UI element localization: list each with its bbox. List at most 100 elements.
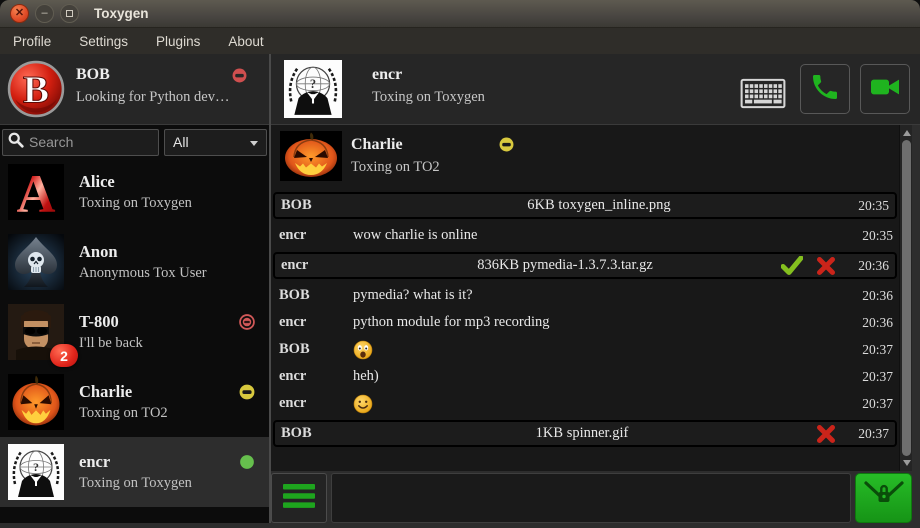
close-window-button[interactable]: ✕ (10, 4, 29, 23)
message-text (353, 340, 847, 360)
svg-text:?: ? (33, 460, 39, 474)
file-transfer-label: 6KB toxygen_inline.png (355, 197, 843, 214)
header: B BOB Looking for Python dev… ? encr Tox… (0, 54, 920, 125)
message-text (353, 394, 847, 414)
message-text: pymedia? what is it? (353, 287, 847, 304)
scrollbar-thumb[interactable] (902, 140, 911, 456)
message-text: python module for mp3 recording (353, 314, 847, 331)
panel-divider (269, 54, 271, 523)
contact-name: Charlie (79, 382, 168, 402)
menu-item-about[interactable]: About (228, 34, 263, 49)
contact-list: A Alice Toxing on Toxygen Anon Anonymous Tox… (0, 157, 269, 507)
contact-row-charlie[interactable]: Charlie Toxing on TO2 (0, 367, 269, 437)
self-status-message: Looking for Python dev… (76, 89, 229, 106)
contact-row-alice[interactable]: A Alice Toxing on Toxygen (0, 157, 269, 227)
cancel-transfer-button[interactable] (809, 256, 843, 276)
message-sender: BOB (281, 197, 355, 214)
menu-item-profile[interactable]: Profile (13, 34, 51, 49)
message-row: BOB 20:37 (271, 336, 899, 363)
message-sender: encr (279, 314, 353, 331)
message-sender: BOB (279, 341, 353, 358)
contact-row-encr[interactable]: ? encrToxing on Toxygen (0, 437, 269, 507)
audio-call-button[interactable] (800, 64, 850, 114)
message-timestamp: 20:36 (847, 288, 893, 304)
self-avatar[interactable]: B (7, 60, 65, 118)
message-timestamp: 20:37 (847, 342, 893, 358)
away-status-icon (499, 137, 514, 152)
active-chat-name: encr (372, 66, 402, 84)
message-row: encrwow charlie is online20:35 (271, 222, 899, 249)
message-sender: encr (281, 257, 355, 274)
contact-row-t-800[interactable]: T-800I'll be back2 (0, 297, 269, 367)
contact-row-anon[interactable]: Anon Anonymous Tox User (0, 227, 269, 297)
video-call-button[interactable] (860, 64, 910, 114)
self-name: BOB (76, 66, 110, 84)
message-timestamp: 20:35 (843, 198, 889, 214)
window-title: Toxygen (94, 6, 149, 21)
chat-scrollbar[interactable] (899, 125, 912, 471)
contact-filter-dropdown[interactable]: All (164, 129, 267, 156)
contact-status-message: Toxing on TO2 (79, 405, 168, 422)
message-sender: BOB (279, 287, 353, 304)
svg-text:B: B (23, 67, 49, 111)
encrypted-send-icon (862, 479, 906, 518)
maximize-window-button[interactable] (60, 4, 79, 23)
svg-text:A: A (17, 164, 56, 220)
message-text: wow charlie is online (353, 227, 847, 244)
message-sender: BOB (281, 425, 355, 442)
keyboard-icon[interactable] (740, 78, 786, 109)
scroll-up-arrow-icon[interactable] (900, 126, 912, 140)
banner-status-message: Toxing on TO2 (351, 159, 440, 176)
menu-item-settings[interactable]: Settings (79, 34, 128, 49)
message-row: encrpython module for mp3 recording20:36 (271, 309, 899, 336)
search-row: All (0, 125, 269, 157)
file-transfer-row: encr836KB pymedia-1.3.7.3.tar.gz20:36 (273, 252, 897, 279)
anonymous-logo-avatar: ? (8, 444, 64, 500)
contacts-panel: All A Alice Toxing on Toxygen Anon Anonymous… (0, 125, 269, 523)
online-status-icon (239, 454, 255, 470)
active-chat-avatar: ? (284, 60, 342, 118)
message-timestamp: 20:35 (847, 228, 893, 244)
message-text: heh) (353, 368, 847, 385)
message-list: BOB6KB toxygen_inline.png20:35encrwow ch… (271, 192, 899, 447)
contact-status-message: Toxing on Toxygen (79, 195, 192, 212)
contact-name: Anon (79, 242, 207, 262)
shocked-emoji-icon (353, 340, 373, 360)
contact-status-message: Anonymous Tox User (79, 265, 207, 282)
message-row: encr20:37 (271, 390, 899, 417)
message-timestamp: 20:36 (843, 258, 889, 274)
cancel-transfer-button[interactable] (809, 424, 843, 444)
contact-info: Charlie Toxing on TO2 (79, 382, 168, 422)
contact-info: encrToxing on Toxygen (79, 452, 192, 492)
chat-panel: Charlie Toxing on TO2 BOB6KB toxygen_inl… (271, 125, 912, 471)
accept-transfer-button[interactable] (775, 256, 809, 276)
contact-info: Alice Toxing on Toxygen (79, 172, 192, 212)
jack-o-lantern-avatar (280, 131, 342, 181)
search-input[interactable] (27, 133, 158, 151)
menu-item-plugins[interactable]: Plugins (156, 34, 200, 49)
contact-name: Alice (79, 172, 192, 192)
search-box (2, 129, 159, 156)
hamburger-menu-icon (281, 481, 317, 516)
message-input[interactable] (331, 473, 851, 523)
filter-value: All (173, 134, 189, 150)
contact-status-message: I'll be back (79, 335, 143, 352)
chat-menu-button[interactable] (271, 473, 327, 523)
jack-o-lantern-avatar (8, 374, 64, 430)
scroll-down-arrow-icon[interactable] (900, 456, 912, 470)
message-timestamp: 20:37 (843, 426, 889, 442)
video-camera-icon (869, 71, 901, 108)
busy-status-icon (232, 68, 247, 83)
contact-status-message: Toxing on Toxygen (79, 475, 192, 492)
file-transfer-label: 1KB spinner.gif (355, 425, 809, 442)
active-chat-status-message: Toxing on Toxygen (372, 89, 485, 106)
minimize-window-button[interactable]: – (35, 4, 54, 23)
away-status-icon (239, 384, 255, 400)
phone-icon (809, 71, 841, 108)
red-letter-a-avatar: A (8, 164, 64, 220)
send-message-button[interactable] (855, 473, 912, 523)
message-row: encrheh)20:37 (271, 363, 899, 390)
toxygen-window: ✕ – Toxygen ProfileSettingsPluginsAbout … (0, 0, 920, 528)
message-sender: encr (279, 227, 353, 244)
menubar: Profile Settings Plugins About (0, 28, 920, 54)
